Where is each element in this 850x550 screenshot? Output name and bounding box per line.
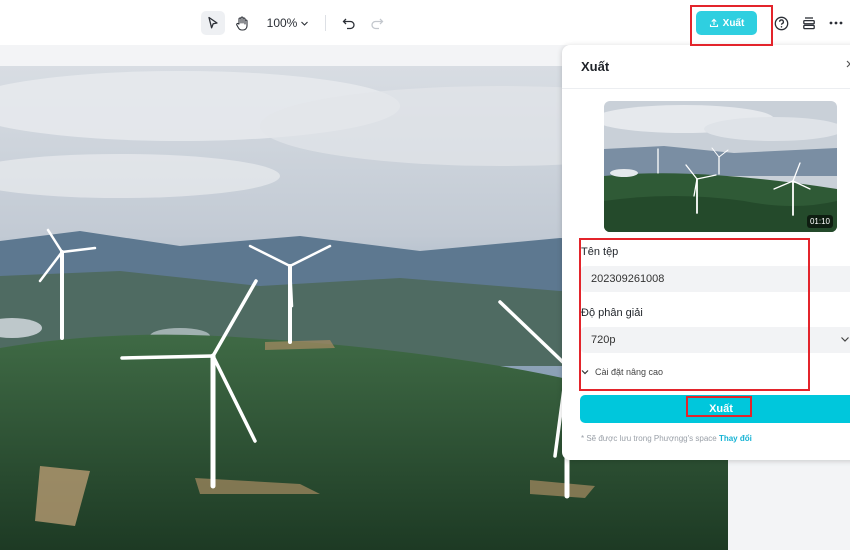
panel-divider — [562, 88, 850, 89]
export-button-top[interactable]: Xuất — [696, 11, 757, 35]
redo-icon — [371, 18, 384, 30]
help-icon — [774, 16, 788, 30]
resolution-label: Độ phân giải — [581, 307, 643, 319]
save-note-text: * Sẽ được lưu trong Phượngg's space — [581, 434, 717, 443]
filename-field[interactable]: 202309261008 — [581, 266, 850, 292]
chevron-down-icon — [581, 370, 589, 375]
export-button-label: Xuất — [709, 403, 733, 415]
duration-badge: 01:10 — [806, 215, 833, 228]
zoom-level: 100% — [266, 16, 298, 30]
change-location-link[interactable]: Thay đổi — [719, 434, 752, 443]
toolbar-divider — [325, 15, 326, 31]
chevron-down-icon — [841, 337, 849, 342]
help-button[interactable] — [771, 11, 791, 35]
top-toolbar: 100% Xuất — [0, 0, 850, 45]
resolution-select[interactable]: 720p — [581, 327, 850, 353]
filename-label: Tên tệp — [581, 246, 619, 258]
preview-image — [604, 101, 837, 232]
ellipsis-icon — [829, 21, 843, 25]
save-location-note: * Sẽ được lưu trong Phượngg's space Thay… — [581, 434, 752, 443]
filename-value: 202309261008 — [591, 273, 665, 285]
zoom-dropdown[interactable]: 100% — [265, 11, 311, 35]
export-preview-thumbnail: 01:10 — [604, 101, 837, 232]
export-button-top-label: Xuất — [722, 17, 745, 29]
layers-button[interactable] — [799, 11, 819, 35]
export-button[interactable]: Xuất — [580, 395, 850, 423]
resolution-value: 720p — [591, 334, 616, 346]
more-options-button[interactable] — [826, 11, 846, 35]
pointer-icon — [208, 16, 218, 29]
layers-icon — [803, 17, 815, 30]
export-panel-title: Xuất — [581, 59, 610, 74]
select-tool-button[interactable] — [201, 11, 225, 35]
close-button[interactable] — [845, 58, 850, 72]
close-icon — [846, 60, 850, 68]
undo-icon — [342, 18, 355, 30]
redo-button[interactable] — [366, 11, 388, 35]
undo-button[interactable] — [338, 11, 360, 35]
chevron-down-icon — [301, 21, 309, 26]
advanced-settings-toggle[interactable]: Cài đặt nâng cao — [581, 367, 663, 377]
export-panel: Xuất 01:10 Tên tệp 202309261008 Độ phân … — [562, 45, 850, 460]
advanced-settings-label: Cài đặt nâng cao — [595, 367, 664, 377]
hand-tool-button[interactable] — [231, 11, 253, 35]
upload-icon — [709, 18, 718, 28]
hand-icon — [236, 15, 248, 31]
